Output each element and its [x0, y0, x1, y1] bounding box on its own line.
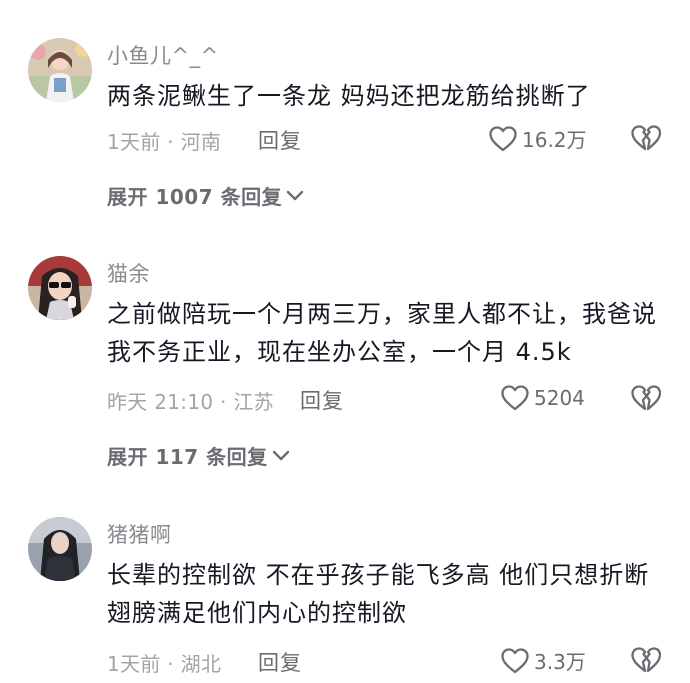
dislike-button[interactable] — [631, 646, 661, 674]
comment-text: 长辈的控制欲 不在乎孩子能飞多高 他们只想折断翅膀满足他们内心的控制欲 — [107, 561, 650, 627]
comment-meta: 1天前 · 湖北 — [107, 652, 222, 676]
heart-outline-icon — [500, 647, 530, 675]
avatar[interactable] — [28, 517, 92, 581]
broken-heart-icon — [631, 646, 661, 674]
comment-username[interactable]: 猪猪啊 — [107, 519, 172, 549]
like-button[interactable]: 3.3万 — [500, 646, 586, 675]
comment-item: 猪猪啊 长辈的控制欲 不在乎孩子能飞多高 他们只想折断翅膀满足他们内心的控制欲 … — [0, 0, 690, 683]
like-count: 3.3万 — [534, 650, 586, 674]
avatar-image — [28, 517, 92, 581]
reply-button[interactable]: 回复 — [258, 647, 302, 677]
